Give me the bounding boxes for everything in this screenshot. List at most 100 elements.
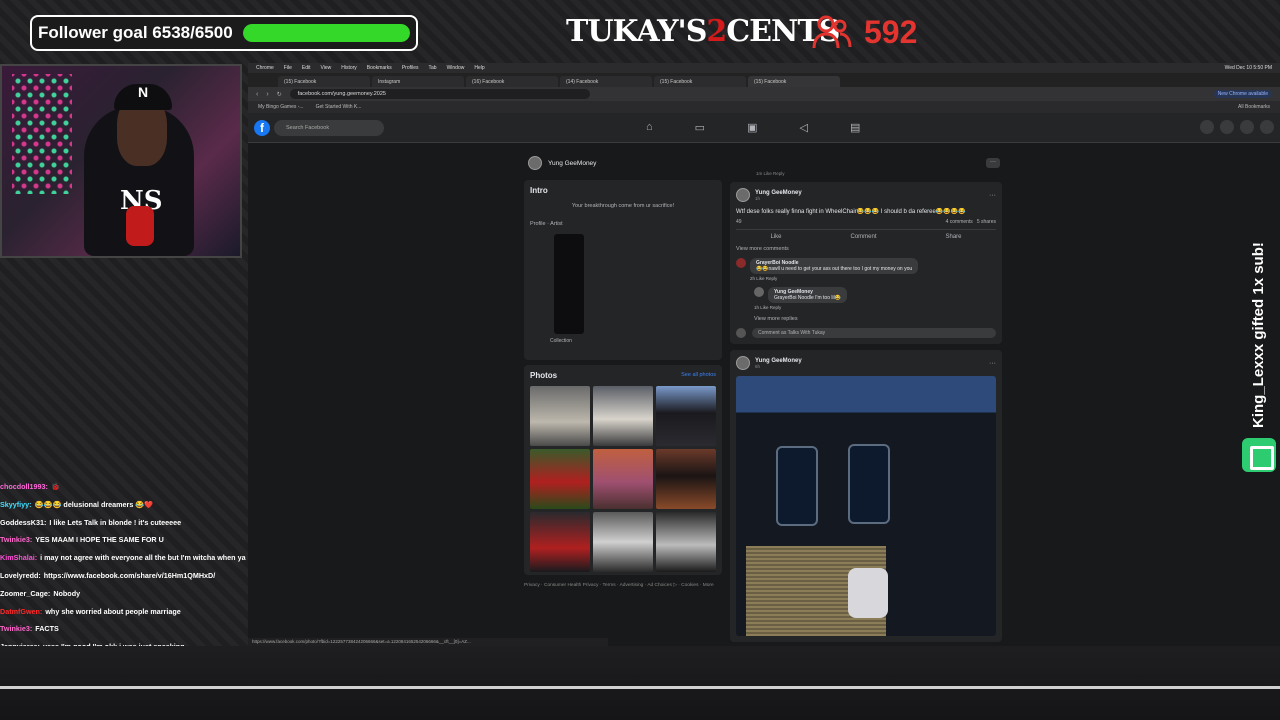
footer-links[interactable]: Privacy · Consumer Health Privacy · Term… <box>524 583 724 590</box>
menubar-item[interactable]: Chrome <box>256 65 274 71</box>
browser-tab[interactable]: (14) Facebook <box>560 76 652 87</box>
url-field[interactable]: facebook.com/yung.geemoney.2025 <box>289 89 590 99</box>
messenger-icon[interactable] <box>1220 120 1234 134</box>
account-avatar[interactable] <box>1260 120 1274 134</box>
browser-window: Chrome File Edit View History Bookmarks Profil… <box>248 63 1280 646</box>
share-button[interactable]: Share <box>945 234 961 240</box>
post-header: Yung GeeMoney 1h ··· <box>736 188 996 202</box>
view-more-replies-link[interactable]: View more replies <box>754 316 996 322</box>
browser-tab[interactable]: Instagram <box>372 76 464 87</box>
photo-thumbnail[interactable] <box>656 512 716 572</box>
comment-meta[interactable]: 1h Like Reply <box>754 305 996 310</box>
comment-text: 😂😂nawll u need to get your ass out there… <box>756 266 913 272</box>
all-bookmarks-button[interactable]: All Bookmarks <box>1238 104 1270 110</box>
back-icon[interactable]: ‹ <box>256 91 258 98</box>
menubar-item[interactable]: Window <box>447 65 465 71</box>
menubar-clock: Wed Dec 10 5:50 PM <box>1224 65 1272 71</box>
post-image[interactable] <box>736 376 996 636</box>
menubar-item[interactable]: Help <box>474 65 484 71</box>
chat-message: GoddessK31: I like Lets Talk in blonde ! … <box>0 514 290 532</box>
photo-thumbnail[interactable] <box>656 449 716 509</box>
reaction-count[interactable]: 49 <box>736 219 742 225</box>
commenter-avatar[interactable] <box>736 258 746 268</box>
post-author-avatar[interactable] <box>736 188 750 202</box>
bookmark-item[interactable]: Get Started With K... <box>316 104 362 110</box>
post-time: 6h <box>755 363 761 369</box>
facebook-nav: f Search Facebook ⌂ ▭ ▣ ◁ ▤ <box>248 113 1280 143</box>
facebook-nav-icons: ⌂ ▭ ▣ ◁ ▤ <box>646 121 860 134</box>
menubar-item[interactable]: File <box>284 65 292 71</box>
chat-username[interactable]: Zoomer_Cage: <box>0 589 50 598</box>
new-chrome-button[interactable]: New Chrome available <box>1213 90 1272 98</box>
menubar-item[interactable]: Edit <box>302 65 311 71</box>
collection-thumbnail[interactable] <box>554 234 584 334</box>
commenter-avatar[interactable] <box>754 287 764 297</box>
menubar-item[interactable]: History <box>341 65 357 71</box>
like-button[interactable]: Like <box>770 234 781 240</box>
browser-tab[interactable]: (16) Facebook <box>466 76 558 87</box>
comment-input[interactable]: Comment as Talks With Tukay <box>752 328 996 338</box>
comment-count[interactable]: 4 comments <box>946 219 973 225</box>
viewers-icon <box>812 15 852 49</box>
view-more-comments-link[interactable]: View more comments <box>736 246 996 252</box>
chat-username[interactable]: Twinkie3: <box>0 535 32 544</box>
reload-icon[interactable]: ↻ <box>277 91 282 98</box>
gaming-icon[interactable]: ▤ <box>850 121 860 134</box>
megaphone-icon[interactable]: ◁ <box>799 121 807 134</box>
photo-thumbnail[interactable] <box>593 386 653 446</box>
browser-tab[interactable]: (15) Facebook <box>654 76 746 87</box>
current-user-avatar <box>736 328 746 338</box>
chat-username[interactable]: chocdoll1993: <box>0 482 48 491</box>
sub-notification: King_Lexxx gifted 1x sub! <box>1250 242 1267 428</box>
menubar-item[interactable]: View <box>320 65 331 71</box>
post-author-avatar[interactable] <box>736 356 750 370</box>
see-all-photos-link[interactable]: See all photos <box>681 372 716 378</box>
post-options-button[interactable]: ··· <box>989 192 996 199</box>
bookmark-item[interactable]: My Bingo Games -... <box>258 104 304 110</box>
profile-name[interactable]: Yung GeeMoney <box>548 160 596 167</box>
post-options-button[interactable]: ··· <box>989 360 996 367</box>
chat-username[interactable]: KimShalai: <box>0 553 37 562</box>
photos-grid <box>530 386 716 572</box>
video-icon[interactable]: ▭ <box>695 121 705 134</box>
chat-username[interactable]: Lovelyredd: <box>0 571 41 580</box>
profile-type: Profile · Artist <box>530 221 563 227</box>
forward-icon[interactable]: › <box>266 91 268 98</box>
phone-right <box>848 444 890 524</box>
streamer-cap: N <box>114 84 172 110</box>
photo-thumbnail[interactable] <box>593 449 653 509</box>
browser-tab[interactable]: (15) Facebook <box>748 76 840 87</box>
facebook-logo-icon[interactable]: f <box>254 120 270 136</box>
microphone <box>126 206 154 246</box>
post-author[interactable]: Yung GeeMoney <box>755 190 802 196</box>
chat-text: YES MAAM I HOPE THE SAME FOR U <box>35 535 164 545</box>
facebook-search-input[interactable]: Search Facebook <box>274 120 384 136</box>
menubar-item[interactable]: Tab <box>429 65 437 71</box>
more-options-button[interactable]: ··· <box>986 158 1000 168</box>
menubar-item[interactable]: Bookmarks <box>367 65 392 71</box>
chat-username[interactable]: Skyyfiyy: <box>0 500 32 509</box>
chat-username[interactable]: DatmfGwen: <box>0 607 42 616</box>
photo-thumbnail[interactable] <box>530 512 590 572</box>
marketplace-icon[interactable]: ▣ <box>747 121 757 134</box>
photo-thumbnail[interactable] <box>593 512 653 572</box>
menu-grid-icon[interactable] <box>1200 120 1214 134</box>
intro-title: Intro <box>530 186 548 195</box>
post-author[interactable]: Yung GeeMoney <box>755 358 802 364</box>
stream-screen: Follower goal 6538/6500 TUKAY'S2CENTS 59… <box>0 0 1280 720</box>
comment-button[interactable]: Comment <box>850 234 876 240</box>
photo-thumbnail[interactable] <box>530 386 590 446</box>
chat-username[interactable]: GoddessK31: <box>0 518 46 527</box>
notifications-icon[interactable] <box>1240 120 1254 134</box>
photo-thumbnail[interactable] <box>656 386 716 446</box>
collection-label: Collection <box>550 338 572 344</box>
home-icon[interactable]: ⌂ <box>646 121 653 134</box>
chat-username[interactable]: Twinkie3: <box>0 624 32 633</box>
menubar-item[interactable]: Profiles <box>402 65 419 71</box>
comment-meta[interactable]: 2h Like Reply <box>750 276 996 281</box>
browser-tab[interactable]: (15) Facebook <box>278 76 370 87</box>
share-count[interactable]: 5 shares <box>977 219 996 225</box>
profile-avatar[interactable] <box>528 156 542 170</box>
photo-thumbnail[interactable] <box>530 449 590 509</box>
viewer-count: 592 <box>864 13 918 50</box>
